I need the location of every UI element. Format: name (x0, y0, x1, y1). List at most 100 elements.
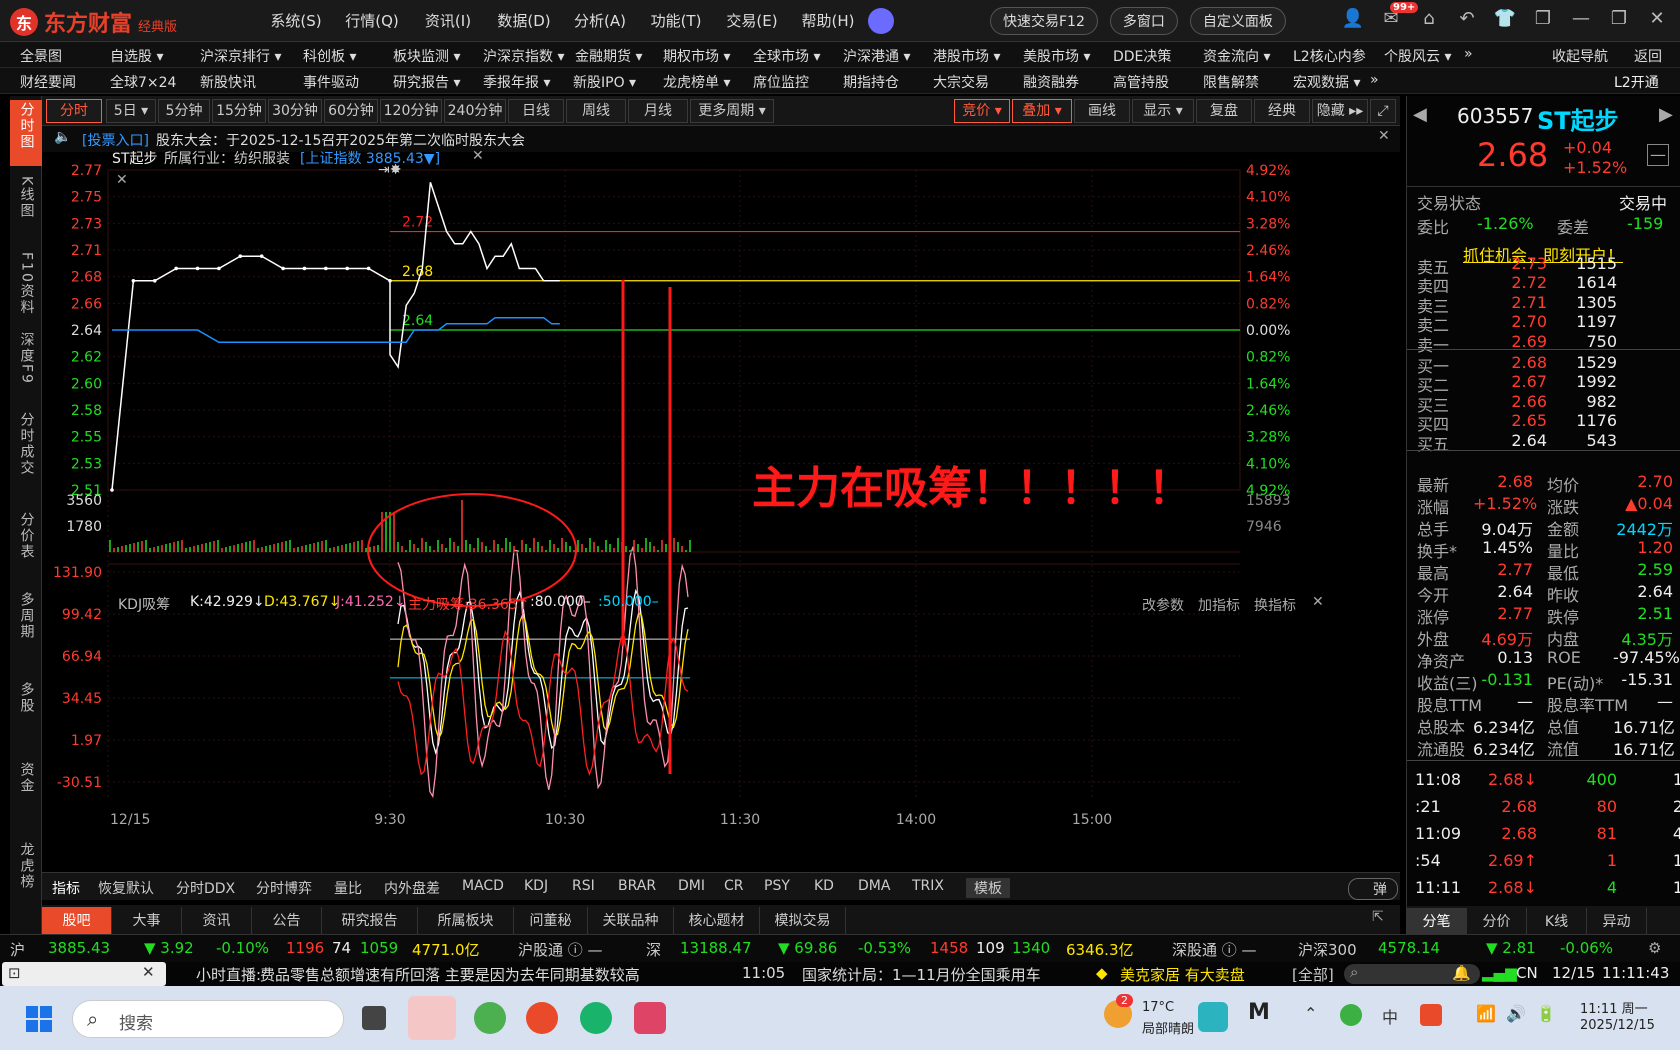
mini-window-close-icon[interactable]: ✕ (142, 963, 155, 981)
chart-close-icon[interactable]: ✕ (116, 172, 128, 188)
collapse-icon[interactable]: — (1647, 144, 1669, 166)
tab-secretary[interactable]: 问董秘 (514, 907, 588, 935)
maximize-icon[interactable]: ❐ (1606, 8, 1632, 29)
nav-item[interactable]: 沪深港通 ▾ (843, 46, 910, 66)
indicator-tab[interactable]: KD (814, 878, 834, 894)
tab-anomaly[interactable]: 异动 (1587, 908, 1647, 936)
fullscreen-icon[interactable]: ⤢ (1370, 99, 1396, 123)
menu-function[interactable]: 功能(T) (638, 10, 714, 31)
period-30min[interactable]: 30分钟 (268, 99, 322, 123)
sgt-label[interactable]: 深股通 ⓘ — (1172, 939, 1257, 960)
nav-item[interactable]: 全球7×24 (110, 72, 176, 92)
sidebar-item-kline[interactable]: K线图 (10, 176, 42, 242)
tab-events[interactable]: 大事 (112, 907, 182, 935)
nav-item[interactable]: 金融期货 ▾ (575, 46, 642, 66)
mini-window[interactable]: ⊡ ✕ (2, 962, 166, 986)
tab-themes[interactable]: 核心题材 (674, 907, 760, 935)
add-indicator-button[interactable]: 加指标 (1198, 595, 1240, 615)
taskbar-time[interactable]: 11:11 周一 (1580, 998, 1648, 1017)
custom-panel-button[interactable]: 自定义面板 (1189, 7, 1286, 35)
menu-analysis[interactable]: 分析(A) (562, 10, 638, 31)
sz-index[interactable]: 13188.47 (680, 939, 752, 957)
nav-item[interactable]: 港股市场 ▾ (933, 46, 1000, 66)
hot-stock-alert[interactable]: 美克家居 有大卖盘 (1120, 964, 1245, 985)
nav-item[interactable]: L2核心内参 (1293, 46, 1366, 66)
hs300-index[interactable]: 4578.14 (1378, 939, 1440, 957)
nav-item[interactable]: 席位监控 (753, 72, 809, 92)
nav-item[interactable]: 高管持股 (1113, 72, 1169, 92)
tray-app-icon[interactable] (1198, 1002, 1228, 1032)
settings-gear-icon[interactable]: ⚙ (1648, 939, 1661, 957)
indicator-tab[interactable]: 恢复默认 (98, 878, 154, 898)
sidebar-item-f10[interactable]: F10资料 (10, 252, 42, 318)
tray-green-icon[interactable] (1340, 1004, 1362, 1026)
nav-item[interactable]: 资金流向 ▾ (1203, 46, 1270, 66)
draw-line-button[interactable]: 画线 (1074, 99, 1130, 123)
ime-icon[interactable]: 中 (1382, 1004, 1398, 1028)
expand-icon[interactable]: ⇱ (1372, 909, 1384, 925)
sidebar-item-depth[interactable]: 深度F9 (10, 332, 42, 398)
kdj-close-icon[interactable]: ✕ (1312, 594, 1324, 610)
app-paint-icon[interactable] (634, 1002, 666, 1034)
vote-link[interactable]: [投票入口] (82, 130, 149, 150)
taskbar-search[interactable]: ⌕ 搜索 (72, 1000, 344, 1038)
period-5min[interactable]: 5分钟 (158, 99, 210, 123)
taskbar-date[interactable]: 2025/12/15 (1580, 1018, 1655, 1033)
notice-text[interactable]: 股东大会：于2025-12-15召开2025年第二次临时股东大会 (156, 130, 525, 150)
nav-item[interactable]: 沪深京指数 ▾ (483, 46, 564, 66)
period-120min[interactable]: 120分钟 (380, 99, 442, 123)
app-eastmoney-icon[interactable] (526, 1002, 558, 1034)
period-more[interactable]: 更多周期 ▾ (690, 99, 774, 123)
change-params-button[interactable]: 改参数 (1142, 595, 1184, 615)
skin-icon[interactable]: 👕 (1492, 8, 1518, 29)
news-text-2[interactable]: 国家统计局：1—11月份全国乘用车 (802, 964, 1041, 985)
back-button[interactable]: 返回 (1634, 46, 1662, 66)
hide-button[interactable]: 隐藏 ▸▸ (1312, 99, 1368, 123)
sidebar-item-timeshare[interactable]: 分时图 (10, 100, 42, 166)
menu-info[interactable]: 资讯(I) (410, 10, 486, 31)
wifi-icon[interactable]: 📶 (1476, 1004, 1496, 1023)
bell-icon[interactable]: 🔔 (1452, 964, 1471, 982)
indicator-tab[interactable]: 分时DDX (176, 878, 235, 898)
period-timeshare[interactable]: 分时 (46, 99, 102, 123)
tab-ticks[interactable]: 分笔 (1407, 908, 1467, 936)
template-tab[interactable]: 模板 (966, 878, 1010, 898)
multi-window-button[interactable]: 多窗口 (1109, 7, 1178, 35)
sidebar-item-multi-period[interactable]: 多周期 (10, 592, 42, 658)
kdj-title[interactable]: KDJ吸筹 (118, 594, 170, 614)
tab-sectors[interactable]: 所属板块 (418, 907, 514, 935)
nav-item[interactable]: 事件驱动 (303, 72, 359, 92)
tab-kline[interactable]: K线 (1527, 908, 1587, 936)
indicator-tab[interactable]: DMI (678, 878, 705, 894)
nav-item[interactable]: DDE决策 (1113, 46, 1171, 66)
indicator-tab[interactable]: RSI (572, 878, 595, 894)
user-icon[interactable]: 👤 (1340, 8, 1366, 29)
timeshare-chart[interactable]: 2.72 2.68 2.64 2.77 4.92% 2.75 4.10% 2.73 3.28%… (42, 148, 1400, 872)
tray-m-icon[interactable]: M (1248, 1000, 1270, 1025)
battery-icon[interactable]: 🔋 (1536, 1004, 1556, 1023)
popup-toggle[interactable]: 弹 (1348, 878, 1398, 900)
indicator-tab[interactable]: CR (724, 878, 744, 894)
auction-button[interactable]: 竞价 ▾ (954, 99, 1010, 123)
prev-stock-icon[interactable]: ◀ (1413, 104, 1427, 125)
sidebar-item-dragon-tiger[interactable]: 龙虎榜 (10, 842, 42, 908)
nav-item[interactable]: 期指持仓 (843, 72, 899, 92)
quick-trade-button[interactable]: 快速交易F12 (990, 7, 1098, 35)
volume-icon[interactable]: 🔊 (1506, 1004, 1526, 1023)
period-day[interactable]: 日线 (508, 99, 564, 123)
index-close-icon[interactable]: ✕ (472, 148, 484, 164)
close-icon[interactable]: ✕ (1644, 8, 1670, 29)
nav-item[interactable]: 季报年报 ▾ (483, 72, 550, 92)
period-240min[interactable]: 240分钟 (444, 99, 506, 123)
tray-app2-icon[interactable] (1420, 1004, 1442, 1026)
tab-research[interactable]: 研究报告 (322, 907, 418, 935)
period-5day[interactable]: 5日 ▾ (106, 99, 156, 123)
nav-item[interactable]: 全球市场 ▾ (753, 46, 820, 66)
period-month[interactable]: 月线 (628, 99, 688, 123)
period-60min[interactable]: 60分钟 (324, 99, 378, 123)
next-stock-icon[interactable]: ▶ (1659, 104, 1673, 125)
home-icon[interactable]: ⌂ (1416, 8, 1442, 29)
nav-item[interactable]: 研究报告 ▾ (393, 72, 460, 92)
nav-item[interactable]: 沪深京排行 ▾ (200, 46, 281, 66)
all-news-button[interactable]: [全部] (1292, 964, 1334, 985)
